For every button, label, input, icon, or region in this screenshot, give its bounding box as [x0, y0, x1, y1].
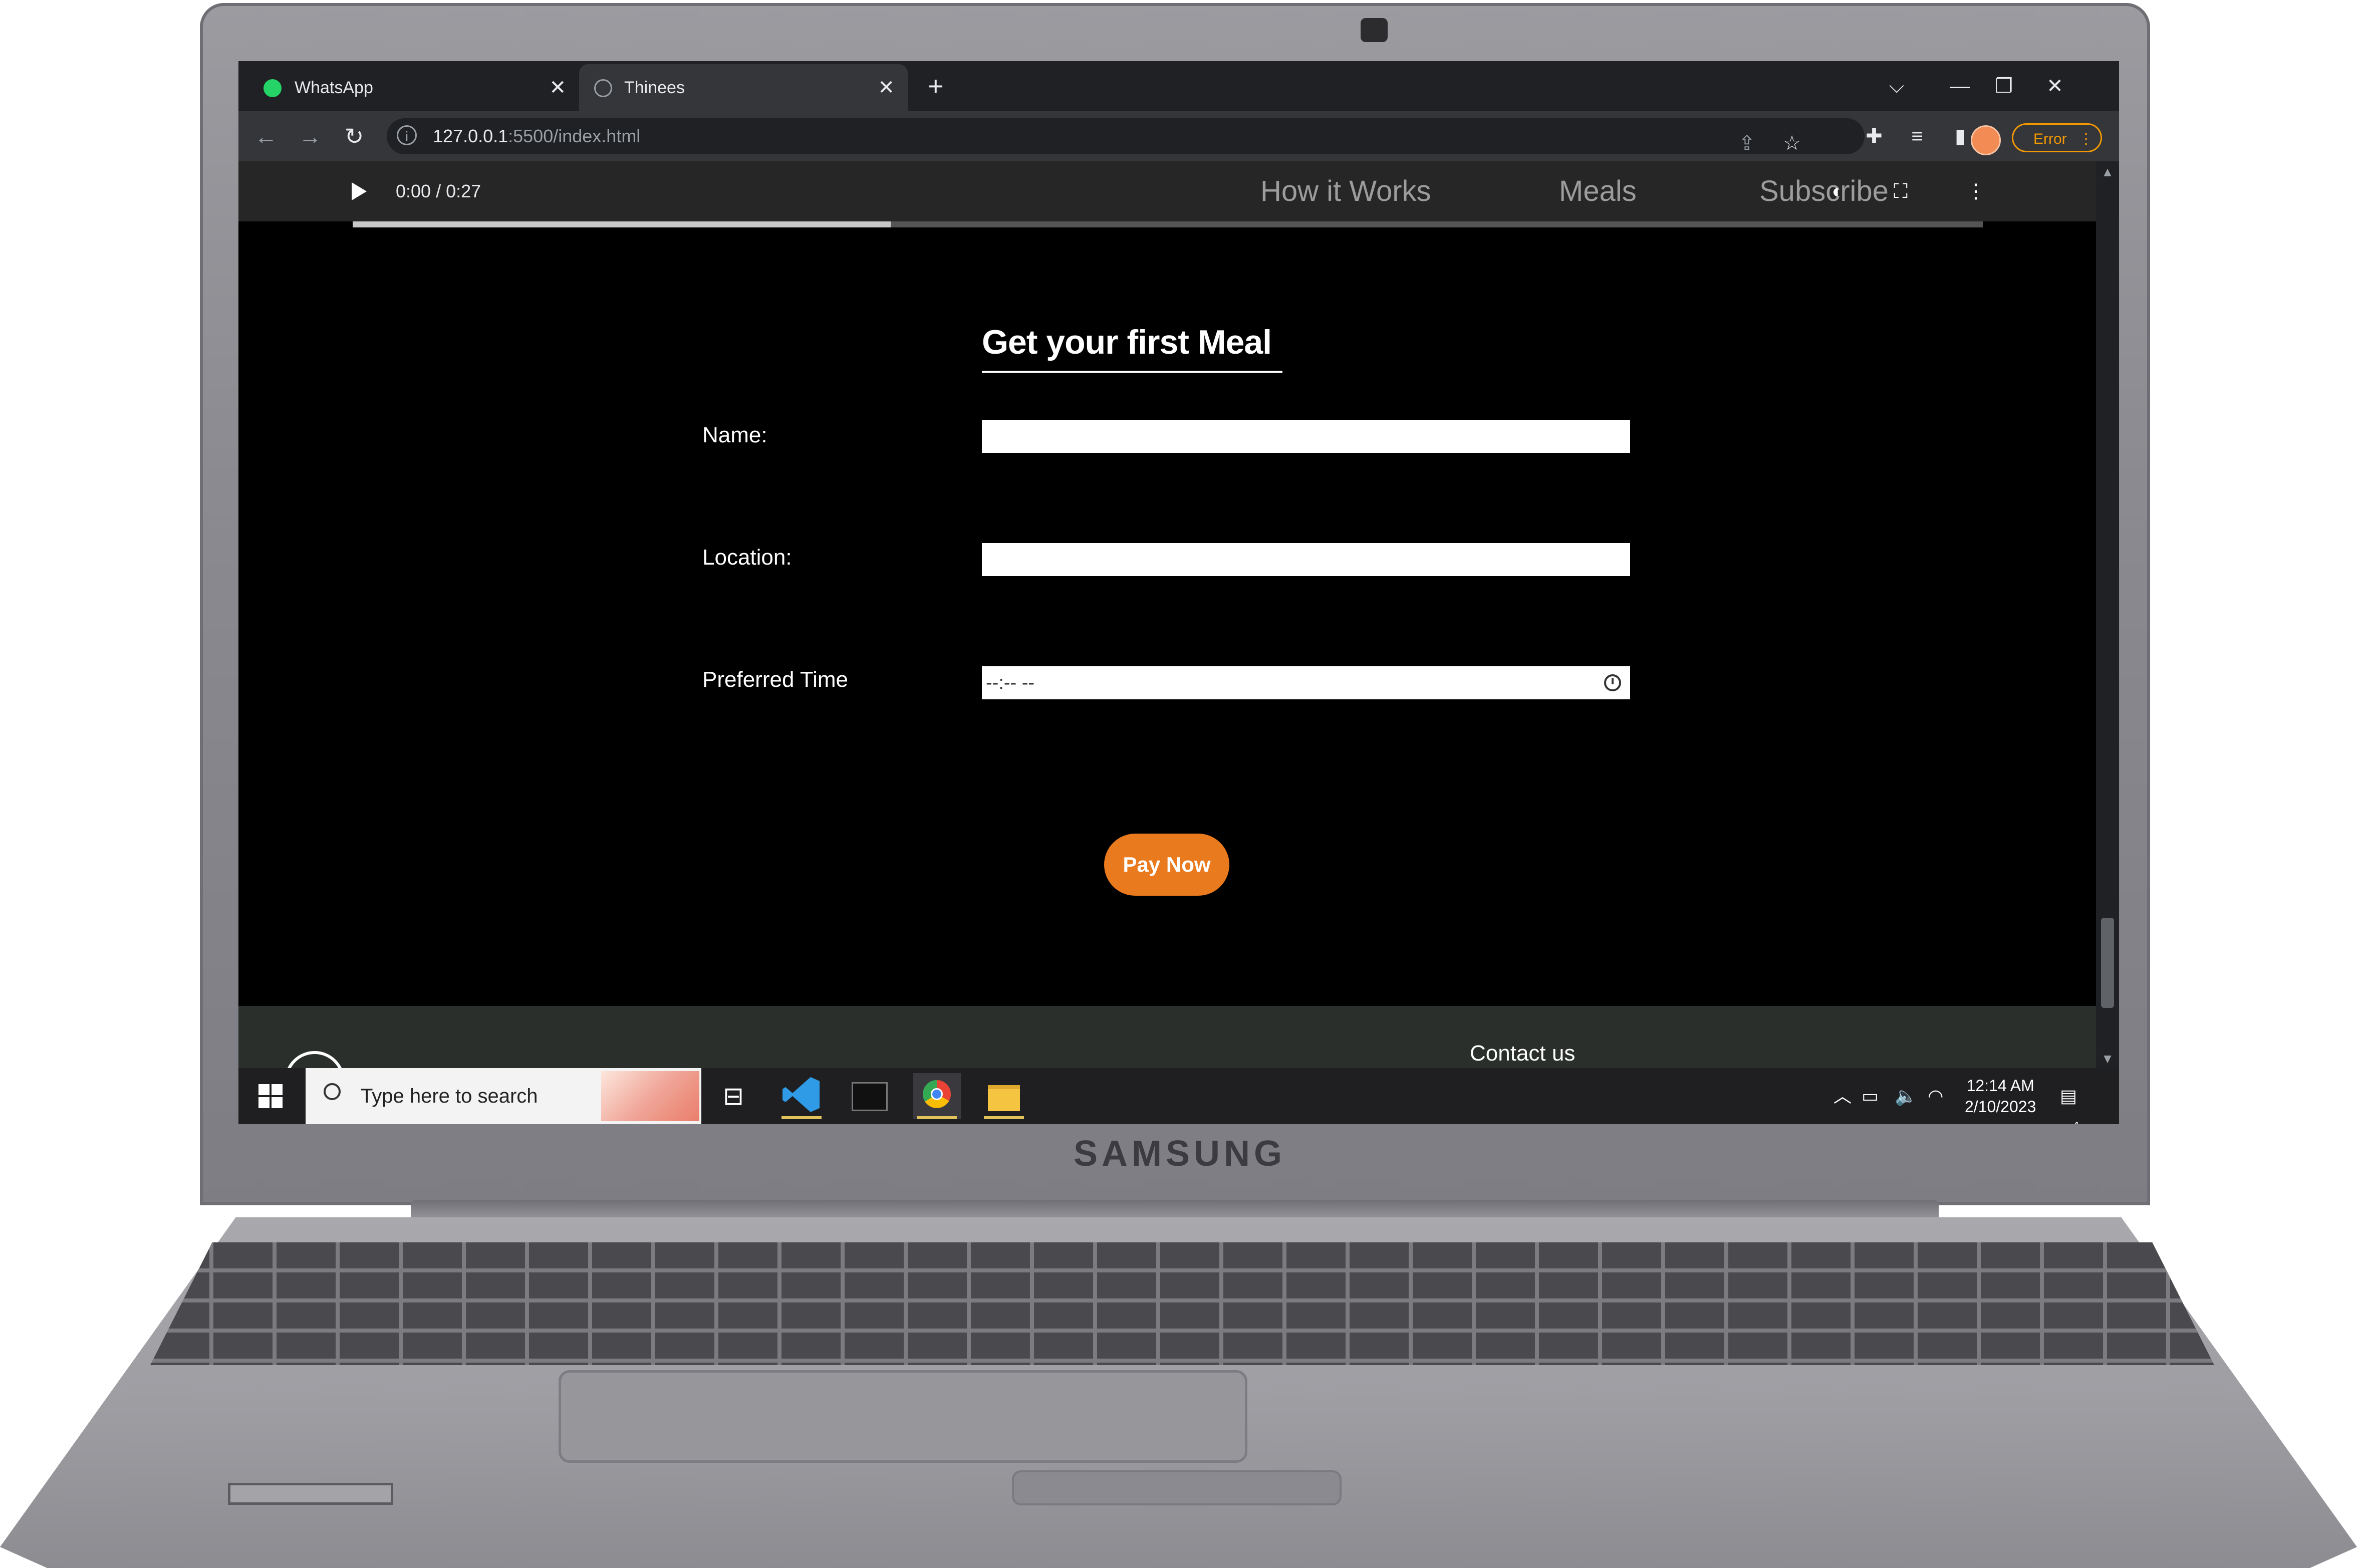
share-icon[interactable]: ⇪: [1729, 118, 1764, 168]
volume-icon[interactable]: ◖: [1829, 161, 1842, 221]
search-highlight-art: [601, 1071, 699, 1121]
page-scrollbar[interactable]: ▲ ▼: [2096, 161, 2119, 1068]
name-label: Name:: [702, 423, 767, 447]
time-placeholder: --:-- --: [986, 672, 1035, 693]
back-button[interactable]: ←: [248, 111, 284, 161]
windows-start-icon[interactable]: [258, 1084, 283, 1108]
reload-button[interactable]: ↻: [337, 111, 372, 161]
error-button[interactable]: Error ⋮: [2012, 123, 2102, 152]
nav-link-how-it-works[interactable]: How it Works: [1260, 161, 1431, 221]
contact-us-link[interactable]: Contact us: [1470, 1041, 1575, 1066]
taskbar-search[interactable]: Type here to search: [306, 1068, 701, 1124]
whatsapp-icon: [264, 79, 282, 97]
web-page: 0:00 / 0:27 How it Works Meals Subscribe…: [238, 161, 2096, 1068]
menu-kebab-icon[interactable]: ⋮: [2078, 125, 2093, 154]
task-view-icon[interactable]: ⊟: [709, 1073, 757, 1119]
active-indicator: [984, 1116, 1024, 1119]
clock-icon[interactable]: [1604, 674, 1621, 691]
video-progress-fill: [353, 221, 891, 227]
card-slot: [228, 1483, 393, 1505]
tab-thinees[interactable]: Thinees ✕: [579, 64, 908, 111]
more-options-icon[interactable]: ⋮: [1966, 161, 1986, 221]
extensions-icon[interactable]: ✚: [1857, 111, 1892, 161]
forward-button[interactable]: →: [293, 111, 328, 161]
restore-button[interactable]: ❐: [1984, 61, 2024, 111]
front-lip: [1012, 1470, 1342, 1505]
search-placeholder: Type here to search: [361, 1085, 538, 1107]
windows-taskbar: Type here to search ⊟ ︿ ▭ 🔈 ◠ 12:14 AM 2…: [238, 1068, 2119, 1124]
webcam: [1361, 18, 1388, 42]
nav-link-subscribe[interactable]: Subscribe: [1759, 161, 1889, 221]
error-label: Error: [2033, 131, 2067, 147]
brand-logo: SAMSUNG: [1073, 1134, 1286, 1174]
video-progress-bar[interactable]: [353, 221, 1983, 227]
page-title: Get your first Meal: [982, 323, 1272, 361]
close-window-button[interactable]: ✕: [2035, 61, 2075, 111]
footer-logo: [285, 1051, 345, 1068]
media-controls-icon[interactable]: ≡: [1900, 111, 1935, 161]
video-controls: 0:00 / 0:27 How it Works Meals Subscribe…: [238, 161, 2096, 221]
battery-icon[interactable]: ▭: [1862, 1068, 1879, 1124]
clock-time: 12:14 AM: [1966, 1077, 2034, 1095]
bookmark-star-icon[interactable]: ☆: [1774, 118, 1809, 168]
show-hidden-icons[interactable]: ︿: [1834, 1068, 1852, 1124]
profile-avatar[interactable]: [1971, 125, 2001, 155]
notification-center-icon[interactable]: ▤1: [2060, 1068, 2080, 1124]
wifi-icon[interactable]: ◠: [1928, 1068, 1943, 1124]
close-icon[interactable]: ✕: [878, 64, 895, 111]
tab-title: Thinees: [624, 78, 685, 97]
touchpad: [559, 1370, 1247, 1463]
location-input[interactable]: [982, 543, 1630, 576]
globe-icon: [594, 79, 612, 97]
browser-toolbar: ← → ↻ i 127.0.0.1:5500/index.html ⇪ ☆ ✚ …: [238, 111, 2119, 161]
keyboard: [150, 1242, 2214, 1365]
preferred-time-input[interactable]: --:-- --: [982, 666, 1630, 699]
active-indicator: [917, 1116, 957, 1119]
minimize-button[interactable]: —: [1940, 61, 1980, 111]
video-time: 0:00 / 0:27: [396, 181, 481, 201]
tab-bar: WhatsApp ✕ Thinees ✕ + ⌵ — ❐ ✕: [238, 61, 2119, 111]
scroll-up-arrow[interactable]: ▲: [2096, 164, 2119, 180]
url-text: 127.0.0.1:5500/index.html: [433, 126, 641, 146]
vscode-icon[interactable]: [777, 1073, 826, 1119]
file-explorer-icon[interactable]: [980, 1073, 1028, 1119]
system-clock[interactable]: 12:14 AM 2/10/2023: [1965, 1075, 2036, 1117]
chrome-icon[interactable]: [913, 1073, 961, 1119]
volume-tray-icon[interactable]: 🔈: [1895, 1068, 1917, 1124]
tab-whatsapp[interactable]: WhatsApp ✕: [238, 64, 579, 111]
new-tab-button[interactable]: +: [928, 61, 944, 111]
info-icon[interactable]: i: [397, 125, 417, 145]
terminal-icon[interactable]: [845, 1073, 893, 1119]
tab-title: WhatsApp: [295, 78, 373, 97]
tab-search-icon[interactable]: ⌵: [1877, 61, 1917, 111]
pay-now-button[interactable]: Pay Now: [1104, 834, 1229, 896]
close-icon[interactable]: ✕: [549, 64, 566, 111]
name-input[interactable]: [982, 420, 1630, 453]
screen: WhatsApp ✕ Thinees ✕ + ⌵ — ❐ ✕ ← → ↻ i 1…: [238, 61, 2119, 1124]
page-footer: Contact us: [238, 1006, 2096, 1068]
location-label: Location:: [702, 545, 792, 570]
fullscreen-icon[interactable]: ⛶: [1894, 161, 1908, 221]
clock-date: 2/10/2023: [1965, 1098, 2036, 1116]
nav-link-meals[interactable]: Meals: [1559, 161, 1637, 221]
scroll-thumb[interactable]: [2101, 918, 2114, 1008]
preferred-time-label: Preferred Time: [702, 667, 848, 692]
notification-count: 1: [2074, 1098, 2080, 1124]
scroll-down-arrow[interactable]: ▼: [2096, 1051, 2119, 1067]
title-underline: [982, 371, 1282, 373]
active-indicator: [781, 1116, 822, 1119]
search-icon: [324, 1083, 341, 1100]
play-icon[interactable]: [352, 182, 367, 200]
address-bar[interactable]: i 127.0.0.1:5500/index.html ⇪ ☆: [387, 118, 1865, 154]
